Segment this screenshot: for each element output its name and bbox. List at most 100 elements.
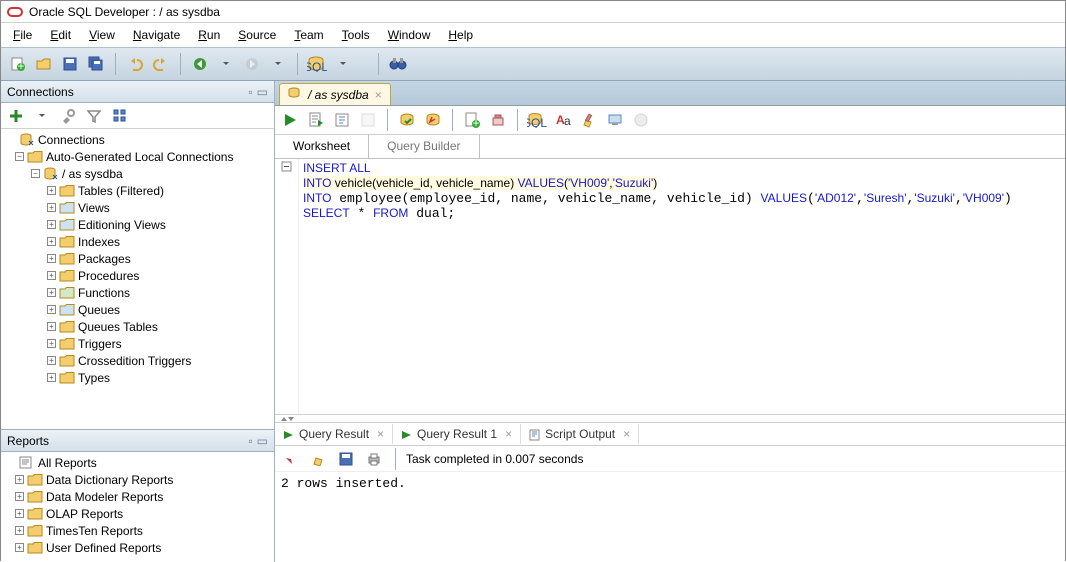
sql-tab-icon (288, 87, 302, 102)
worksheet-tab[interactable]: Worksheet (275, 135, 369, 158)
editor-tab[interactable]: / as sysdba × (279, 83, 391, 105)
output-body: 2 rows inserted. (275, 472, 1065, 562)
back-icon[interactable] (189, 53, 211, 75)
tree-node[interactable]: +Crossedition Triggers (1, 352, 274, 369)
connections-toolbar (1, 103, 274, 129)
tree-node[interactable]: +Types (1, 369, 274, 386)
svg-text:SQL: SQL (527, 116, 547, 128)
tree-node[interactable]: +Procedures (1, 267, 274, 284)
menubar: FileEditViewNavigateRunSourceTeamToolsWi… (1, 23, 1065, 47)
edit-icon[interactable] (578, 109, 600, 131)
redo-icon[interactable] (150, 53, 172, 75)
autotrace-icon[interactable] (357, 109, 379, 131)
svg-text:+: + (17, 59, 24, 72)
report-node[interactable]: +Data Modeler Reports (1, 488, 274, 505)
tree-node[interactable]: +Queues Tables (1, 318, 274, 335)
undo-icon[interactable] (124, 53, 146, 75)
report-node[interactable]: +OLAP Reports (1, 505, 274, 522)
output-tab[interactable]: Query Result 1× (393, 424, 521, 444)
format-icon[interactable]: Aa (552, 109, 574, 131)
back-dropdown-icon[interactable] (215, 53, 237, 75)
menu-file[interactable]: File (5, 26, 40, 44)
connections-panel-header: Connections ▫ ▭ (1, 81, 274, 103)
tree-node[interactable]: +Indexes (1, 233, 274, 250)
tree-node[interactable]: +Editioning Views (1, 216, 274, 233)
save-output-icon[interactable] (335, 448, 357, 470)
output-toolbar: Task completed in 0.007 seconds (275, 446, 1065, 472)
sql-dropdown-icon[interactable] (332, 53, 354, 75)
reports-panel-header: Reports ▫ ▭ (1, 430, 274, 452)
menu-tools[interactable]: Tools (334, 26, 378, 44)
tree-node[interactable]: +Queues (1, 301, 274, 318)
save-icon[interactable] (59, 53, 81, 75)
report-node[interactable]: +Data Dictionary Reports (1, 471, 274, 488)
main-toolbar: + SQL (1, 47, 1065, 81)
filter-icon[interactable] (83, 105, 105, 127)
output-status: Task completed in 0.007 seconds (406, 452, 583, 466)
left-sidebar: Connections ▫ ▭ Connections−Auto-Generat… (1, 81, 275, 562)
menu-team[interactable]: Team (286, 26, 331, 44)
print-output-icon[interactable] (363, 448, 385, 470)
rollback-icon[interactable] (422, 109, 444, 131)
minimize-panel-icon[interactable]: ▫ (248, 85, 252, 99)
output-tab[interactable]: Script Output× (521, 424, 639, 444)
connections-tree[interactable]: Connections−Auto-Generated Local Connect… (1, 129, 274, 429)
new-icon[interactable]: + (7, 53, 29, 75)
open-icon[interactable] (33, 53, 55, 75)
tree-node[interactable]: +Functions (1, 284, 274, 301)
close-tab-icon[interactable]: × (375, 88, 382, 102)
menu-run[interactable]: Run (190, 26, 228, 44)
commit-icon[interactable] (396, 109, 418, 131)
sql-history-icon[interactable]: SQL (526, 109, 548, 131)
tree-node[interactable]: +Triggers (1, 335, 274, 352)
tree-node[interactable]: +Views (1, 199, 274, 216)
add-connection-icon[interactable] (5, 105, 27, 127)
tree-node[interactable]: +Tables (Filtered) (1, 182, 274, 199)
editor-code[interactable]: INSERT ALL INTO vehicle(vehicle_id, vehi… (299, 159, 1065, 414)
clear-icon[interactable] (487, 109, 509, 131)
explain-plan-icon[interactable] (331, 109, 353, 131)
reports-title: Reports (7, 434, 49, 448)
output-tab[interactable]: Query Result× (275, 424, 393, 444)
menu-edit[interactable]: Edit (42, 26, 79, 44)
reports-root[interactable]: All Reports (1, 454, 274, 471)
sql-editor[interactable]: INSERT ALL INTO vehicle(vehicle_id, vehi… (275, 159, 1065, 414)
close-output-tab-icon[interactable]: × (623, 427, 630, 441)
sql-worksheet-icon[interactable]: SQL (306, 53, 328, 75)
db-node[interactable]: −/ as sysdba (1, 165, 274, 182)
tree-node[interactable]: +Packages (1, 250, 274, 267)
menu-window[interactable]: Window (380, 26, 439, 44)
menu-navigate[interactable]: Navigate (125, 26, 188, 44)
report-node[interactable]: +TimesTen Reports (1, 522, 274, 539)
forward-icon[interactable] (241, 53, 263, 75)
run-script-icon[interactable] (305, 109, 327, 131)
reports-tree[interactable]: All Reports+Data Dictionary Reports+Data… (1, 452, 274, 562)
horizontal-splitter[interactable] (275, 414, 1065, 422)
minimize-reports-icon[interactable]: ▫ (248, 434, 252, 448)
clear-output-icon[interactable] (307, 448, 329, 470)
connection-props-icon[interactable] (57, 105, 79, 127)
menu-source[interactable]: Source (230, 26, 284, 44)
autogen-node[interactable]: −Auto-Generated Local Connections (1, 148, 274, 165)
add-dropdown-icon[interactable] (31, 105, 53, 127)
dbms-output-icon[interactable] (604, 109, 626, 131)
unshared-sql-icon[interactable]: + (461, 109, 483, 131)
close-output-tab-icon[interactable]: × (505, 427, 512, 441)
run-icon[interactable] (279, 109, 301, 131)
pin-icon[interactable] (279, 448, 301, 470)
report-node[interactable]: +User Defined Reports (1, 539, 274, 556)
menu-help[interactable]: Help (440, 26, 481, 44)
app-logo-icon (7, 4, 23, 20)
svg-text:SQL: SQL (307, 60, 327, 72)
menu-view[interactable]: View (81, 26, 123, 44)
query-builder-tab[interactable]: Query Builder (369, 135, 479, 158)
close-output-tab-icon[interactable]: × (377, 427, 384, 441)
owa-output-icon[interactable] (630, 109, 652, 131)
connections-root[interactable]: Connections (1, 131, 274, 148)
restore-panel-icon[interactable]: ▭ (257, 85, 268, 99)
forward-dropdown-icon[interactable] (267, 53, 289, 75)
refresh-tree-icon[interactable] (109, 105, 131, 127)
binoculars-icon[interactable] (387, 53, 409, 75)
restore-reports-icon[interactable]: ▭ (257, 434, 268, 448)
save-all-icon[interactable] (85, 53, 107, 75)
